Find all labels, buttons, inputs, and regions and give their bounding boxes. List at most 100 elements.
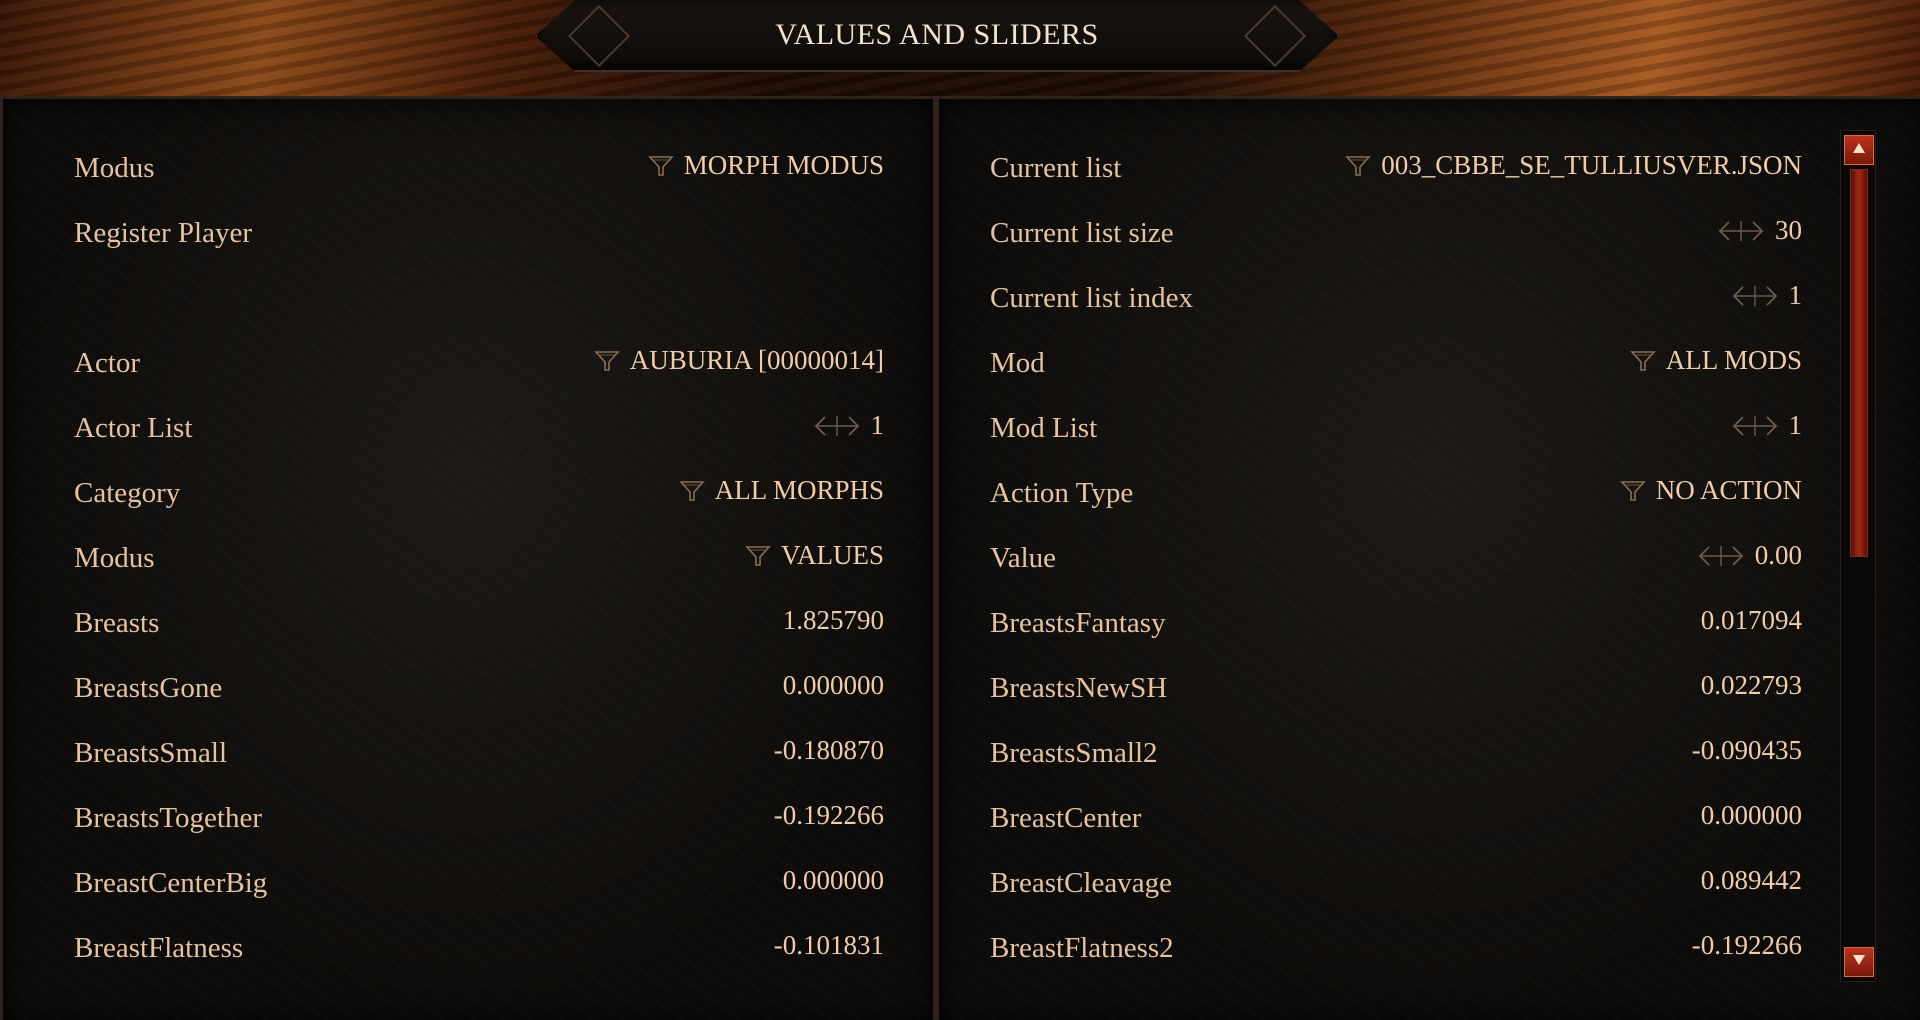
option-value: 1.825790 [782,605,884,635]
left-right-arrows-icon[interactable] [1731,413,1779,439]
option-value: 0.017094 [1700,605,1802,635]
option-label: Current list index [990,282,1193,314]
option-row-actor-list[interactable]: Actor List 1 [74,404,884,448]
option-label: BreastsGone [74,672,223,704]
option-row-register-player[interactable]: Register Player [74,209,884,253]
option-row-breastssmall[interactable]: BreastsSmall -0.180870 [74,729,884,773]
slider-value[interactable]: 0.017094 [1701,605,1802,636]
option-row-breastcleavage[interactable]: BreastCleavage 0.089442 [990,859,1802,903]
option-row-value[interactable]: Value 0.00 [990,534,1802,578]
option-label: Mod List [990,412,1098,444]
slider-value[interactable]: -0.192266 [1692,930,1802,961]
option-label: BreastCleavage [990,867,1172,899]
option-row-breastsnewsh[interactable]: BreastsNewSH 0.022793 [990,664,1802,708]
option-value: 0.000000 [1700,800,1802,830]
option-row-current-list[interactable]: Current list 003_CBBE_SE_TULLIUSVER.JSON [990,144,1802,188]
option-value: 0.000000 [782,865,884,895]
slider-value[interactable]: 0.000000 [783,670,884,701]
option-row-current-list-size[interactable]: Current list size 30 [990,209,1802,253]
funnel-icon [745,545,771,566]
option-value: 1 [1788,280,1803,310]
option-row-mod-list[interactable]: Mod List 1 [990,404,1802,448]
scroll-track[interactable] [1850,169,1868,941]
option-row-mod[interactable]: Mod ALL MODS [990,339,1802,383]
option-row-breasts[interactable]: Breasts 1.825790 [74,599,884,643]
option-value: -0.180870 [773,735,884,765]
dropdown-select[interactable]: ALL MORPHS [678,475,884,506]
value-stepper[interactable]: 30 [1717,215,1802,246]
option-row-action-type[interactable]: Action Type NO ACTION [990,469,1802,513]
option-label: Register Player [74,217,252,249]
option-label: Breasts [74,607,160,639]
option-row-current-list-index[interactable]: Current list index 1 [990,274,1802,318]
dropdown-select[interactable]: AUBURIA [00000014] [593,345,884,376]
slider-value[interactable]: 0.022793 [1701,670,1802,701]
option-value: 30 [1775,215,1802,245]
option-label: BreastFlatness [74,932,244,964]
triangle-down-icon [1853,955,1865,965]
option-value: -0.192266 [773,800,884,830]
left-right-arrows-icon[interactable] [813,413,861,439]
slider-value[interactable]: 0.089442 [1701,865,1802,896]
slider-value[interactable]: -0.101831 [774,930,884,961]
value-stepper[interactable]: 1 [813,410,885,441]
scrollbar[interactable] [1840,130,1876,982]
dropdown-select[interactable]: 003_CBBE_SE_TULLIUSVER.JSON [1345,150,1802,181]
option-label: BreastsSmall2 [990,737,1158,769]
slider-value[interactable]: -0.180870 [774,735,884,766]
scroll-down-button[interactable] [1844,947,1874,977]
option-label: Current list [990,152,1122,184]
left-right-arrows-icon[interactable] [1717,218,1765,244]
option-row-breastsgone[interactable]: BreastsGone 0.000000 [74,664,884,708]
option-value: 1 [1788,410,1803,440]
option-row-breastflatness2[interactable]: BreastFlatness2 -0.192266 [990,924,1802,968]
slider-value[interactable]: 0.000000 [1701,800,1802,831]
option-label: BreastFlatness2 [990,932,1174,964]
slider-value[interactable]: 1.825790 [783,605,884,636]
option-value: ALL MODS [1665,345,1802,375]
option-label: BreastsNewSH [990,672,1168,704]
option-row-breastcenter[interactable]: BreastCenter 0.000000 [990,794,1802,838]
option-value: 1 [870,410,885,440]
dropdown-select[interactable]: NO ACTION [1619,475,1802,506]
value-stepper[interactable]: 1 [1731,280,1803,311]
funnel-icon [1629,350,1656,371]
option-label: Value [990,542,1057,574]
option-value: 003_CBBE_SE_TULLIUSVER.JSON [1381,150,1802,180]
slider-value[interactable]: -0.090435 [1692,735,1802,766]
option-row-breastflatness[interactable]: BreastFlatness -0.101831 [74,924,884,968]
option-row-breastsfantasy[interactable]: BreastsFantasy 0.017094 [990,599,1802,643]
dropdown-select[interactable]: MORPH MODUS [647,150,884,181]
option-value: VALUES [780,540,884,570]
mcm-menu-screen: VALUES AND SLIDERS Modus MORPH MODUS Regis… [0,0,1920,1020]
option-row-category[interactable]: Category ALL MORPHS [74,469,884,513]
scroll-thumb[interactable] [1850,169,1868,557]
value-stepper[interactable]: 0.00 [1697,540,1802,571]
option-row-modus[interactable]: Modus MORPH MODUS [74,144,884,188]
option-label: Category [74,477,181,509]
option-label: Action Type [990,477,1134,509]
option-row-breastcenterbig[interactable]: BreastCenterBig 0.000000 [74,859,884,903]
option-label: BreastsSmall [74,737,228,769]
option-row-modus[interactable]: Modus VALUES [74,534,884,578]
option-value: -0.090435 [1691,735,1802,765]
funnel-icon [1345,155,1372,176]
option-row-actor[interactable]: Actor AUBURIA [00000014] [74,339,884,383]
option-row-breaststogether[interactable]: BreastsTogether -0.192266 [74,794,884,838]
option-label: Modus [74,152,155,184]
option-value: 0.022793 [1700,670,1802,700]
dropdown-select[interactable]: VALUES [745,540,884,571]
funnel-icon [1619,480,1646,501]
slider-value[interactable]: 0.000000 [783,865,884,896]
option-row-breastssmall2[interactable]: BreastsSmall2 -0.090435 [990,729,1802,773]
dropdown-select[interactable]: ALL MODS [1629,345,1802,376]
funnel-icon [593,350,620,371]
left-right-arrows-icon[interactable] [1731,283,1779,309]
scroll-up-button[interactable] [1844,135,1874,165]
option-value: AUBURIA [00000014] [629,345,884,375]
option-value: -0.101831 [773,930,884,960]
left-right-arrows-icon[interactable] [1697,543,1745,569]
slider-value[interactable]: -0.192266 [774,800,884,831]
value-stepper[interactable]: 1 [1731,410,1803,441]
funnel-icon [647,155,674,176]
